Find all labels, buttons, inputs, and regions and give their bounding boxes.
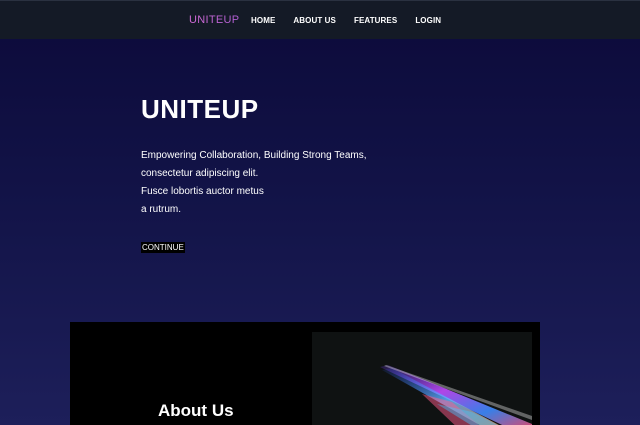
abstract-light-streak-image xyxy=(312,332,532,425)
nav-link-about-us[interactable]: ABOUT US xyxy=(293,16,336,25)
nav-link-features[interactable]: FEATURES xyxy=(354,16,397,25)
hero-line: Fusce lobortis auctor metus xyxy=(141,186,264,197)
hero-description: Empowering Collaboration, Building Stron… xyxy=(141,147,367,219)
about-section: About Us xyxy=(70,322,540,425)
nav-links: HOME ABOUT US FEATURES LOGIN xyxy=(251,16,459,25)
light-streak-graphic xyxy=(380,365,532,425)
navbar: UNITEUP HOME ABOUT US FEATURES LOGIN xyxy=(0,0,640,39)
hero-line: Empowering Collaboration, Building Stron… xyxy=(141,150,367,161)
brand-logo[interactable]: UNITEUP xyxy=(189,14,239,26)
hero-line: a rutrum. xyxy=(141,204,182,215)
nav-link-login[interactable]: LOGIN xyxy=(415,16,441,25)
continue-button[interactable]: CONTINUE xyxy=(141,242,185,253)
hero-title: UNITEUP xyxy=(141,94,259,124)
about-title: About Us xyxy=(158,401,234,420)
nav-link-home[interactable]: HOME xyxy=(251,16,275,25)
hero-line: consectetur adipiscing elit. xyxy=(141,168,259,179)
